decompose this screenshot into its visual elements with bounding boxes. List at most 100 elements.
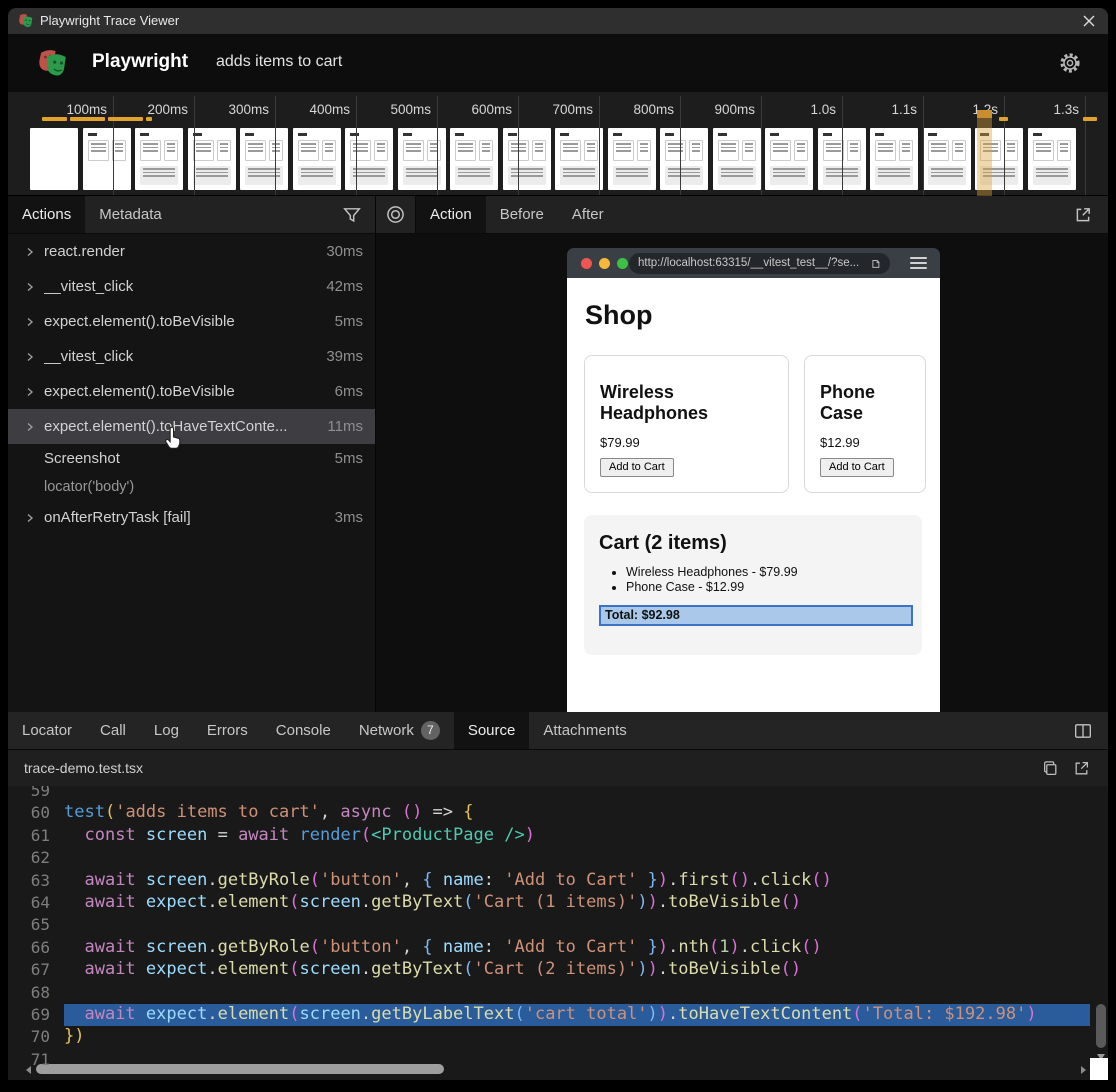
gear-icon[interactable]	[1058, 51, 1082, 75]
thumb-cart	[455, 166, 493, 185]
tab-label: Source	[468, 722, 516, 739]
tab-actions[interactable]: Actions	[8, 196, 85, 233]
chevron-right-icon[interactable]	[25, 513, 35, 523]
film-strip-thumbnail[interactable]	[503, 128, 551, 190]
code-token: await	[84, 959, 135, 979]
timeline-tick-label: 1.1s	[847, 102, 917, 117]
film-strip-thumbnail[interactable]	[293, 128, 341, 190]
timeline[interactable]: 100ms200ms300ms400ms500ms600ms700ms800ms…	[8, 92, 1108, 196]
app-window: Playwright Trace Viewer Playwright adds …	[8, 8, 1108, 1080]
thumb-card	[245, 140, 266, 161]
code-token: name	[443, 870, 484, 890]
film-strip-thumbnail[interactable]	[1028, 128, 1076, 190]
filter-icon[interactable]	[343, 206, 361, 224]
tab-before[interactable]: Before	[486, 196, 558, 233]
action-row[interactable]: expect.element().toBeVisible6ms	[8, 374, 375, 409]
code-token: click	[750, 937, 801, 957]
target-icon	[386, 205, 405, 224]
action-row[interactable]: expect.element().toHaveTextConte...11ms	[8, 409, 375, 444]
code-token: await	[84, 1004, 135, 1024]
close-icon[interactable]	[1082, 14, 1096, 28]
code-token: getByText	[371, 959, 463, 979]
film-strip-thumbnail[interactable]	[345, 128, 393, 190]
tab-source[interactable]: Source	[454, 712, 530, 749]
cart-item: Phone Case - $12.99	[626, 580, 909, 595]
tab-label: After	[572, 206, 604, 223]
action-row[interactable]: Screenshot5ms	[8, 444, 375, 473]
tab-log[interactable]: Log	[140, 712, 193, 749]
film-strip-thumbnail[interactable]	[923, 128, 971, 190]
film-strip-thumbnail[interactable]	[398, 128, 446, 190]
details-tabstrip: LocatorCallLogErrorsConsoleNetwork7 Sourc…	[8, 712, 1108, 750]
timeline-selection-band[interactable]	[977, 110, 992, 196]
code-token: ()	[811, 870, 831, 890]
chevron-right-icon[interactable]	[25, 422, 35, 432]
film-strip-thumbnail[interactable]	[713, 128, 761, 190]
code-token: 'Add to Cart'	[504, 937, 637, 957]
chevron-right-icon[interactable]	[25, 352, 35, 362]
thumb-card	[823, 140, 844, 161]
line-number: 63	[8, 870, 50, 892]
code-token: await	[84, 892, 135, 912]
action-row[interactable]: expect.element().toBeVisible5ms	[8, 304, 375, 339]
chevron-right-icon[interactable]	[25, 247, 35, 257]
film-strip-thumbnail[interactable]	[555, 128, 603, 190]
film-strip-thumbnail[interactable]	[30, 128, 78, 190]
thumb-card	[88, 140, 109, 161]
line-number: 61	[8, 825, 50, 847]
tab-errors[interactable]: Errors	[193, 712, 262, 749]
film-strip-thumbnail[interactable]	[240, 128, 288, 190]
copy-url-icon[interactable]	[869, 257, 881, 270]
copy-icon[interactable]	[1042, 760, 1059, 777]
thumb-card	[140, 140, 161, 161]
tab-locator[interactable]: Locator	[8, 712, 86, 749]
pick-locator-button[interactable]	[376, 196, 416, 233]
code-text	[64, 914, 1108, 936]
code-line: 68	[8, 982, 1108, 1004]
code-token: )	[525, 825, 535, 845]
tab-call[interactable]: Call	[86, 712, 140, 749]
code-line: 61 const screen = await render(<ProductP…	[8, 825, 1108, 847]
tab-console[interactable]: Console	[262, 712, 345, 749]
action-row[interactable]: __vitest_click39ms	[8, 339, 375, 374]
film-strip-thumbnail[interactable]	[450, 128, 498, 190]
film-strip-thumbnail[interactable]	[870, 128, 918, 190]
tab-after[interactable]: After	[558, 196, 618, 233]
action-label: expect.element().toBeVisible	[44, 313, 235, 330]
film-strip-thumbnail[interactable]	[765, 128, 813, 190]
code-token: (	[310, 937, 320, 957]
code-token: expect	[146, 959, 207, 979]
open-external-icon[interactable]	[1074, 206, 1092, 224]
tab-network[interactable]: Network7	[345, 712, 454, 749]
add-to-cart-button[interactable]: Add to Cart	[820, 458, 894, 477]
thumb-cart	[140, 166, 178, 185]
action-row[interactable]: __vitest_click42ms	[8, 269, 375, 304]
thumb-title	[245, 133, 254, 136]
action-row[interactable]: react.render30ms	[8, 234, 375, 269]
film-strip-thumbnail[interactable]	[660, 128, 708, 190]
code-token: }	[637, 870, 657, 890]
tab-action[interactable]: Action	[416, 196, 486, 233]
code-token: (	[463, 959, 473, 979]
thumb-card	[403, 140, 424, 161]
menu-icon[interactable]	[910, 257, 927, 269]
thumb-cart	[770, 166, 808, 185]
chevron-right-icon[interactable]	[25, 387, 35, 397]
chevron-right-icon[interactable]	[25, 282, 35, 292]
tab-metadata[interactable]: Metadata	[85, 196, 176, 233]
code-token: )	[1026, 1004, 1036, 1024]
code-token: )	[658, 870, 668, 890]
code-token: (	[463, 892, 473, 912]
open-source-external-icon[interactable]	[1073, 760, 1090, 777]
address-bar[interactable]: http://localhost:63315/__vitest_test__/?…	[629, 253, 890, 274]
action-row[interactable]: onAfterRetryTask [fail]3ms	[8, 500, 375, 535]
code-token: .	[207, 959, 217, 979]
film-strip-thumbnail[interactable]	[608, 128, 656, 190]
film-strip-thumbnail[interactable]	[135, 128, 183, 190]
code-token: ()	[730, 870, 750, 890]
film-strip-thumbnail[interactable]	[83, 128, 131, 190]
add-to-cart-button[interactable]: Add to Cart	[600, 458, 674, 477]
split-view-icon[interactable]	[1074, 722, 1092, 740]
tab-attachments[interactable]: Attachments	[529, 712, 640, 749]
chevron-right-icon[interactable]	[25, 317, 35, 327]
